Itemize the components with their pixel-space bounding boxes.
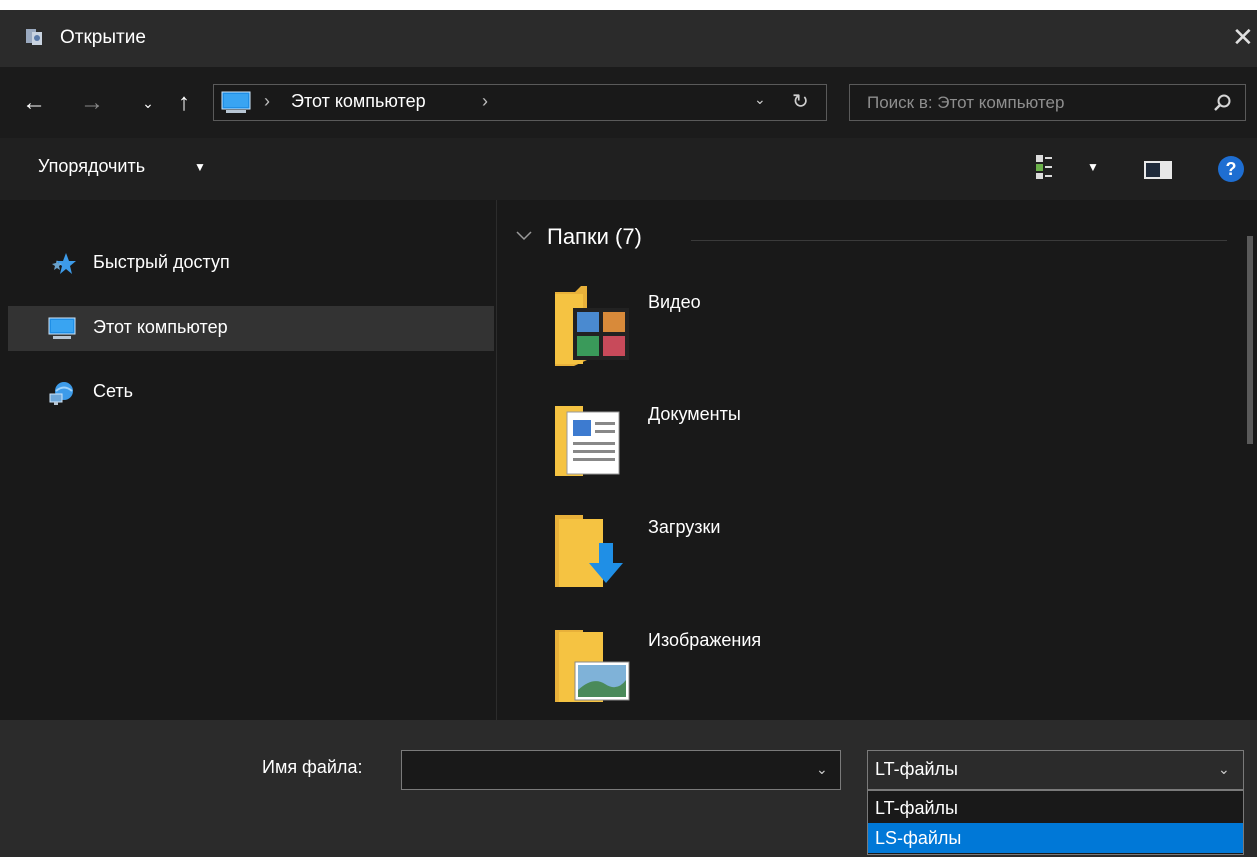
network-icon: [49, 382, 73, 405]
address-bar[interactable]: › Этот компьютер › ⌄ ↻: [213, 84, 827, 121]
navigation-pane: Быстрый доступ Этот компьютер Сеть: [0, 200, 497, 720]
view-dropdown-icon[interactable]: ▼: [1087, 160, 1099, 174]
back-button[interactable]: ←: [20, 87, 48, 119]
folder-label: Документы: [648, 404, 741, 424]
filetype-dropdown-list: LT-файлы LS-файлы: [867, 790, 1244, 855]
scrollbar-thumb[interactable]: [1247, 236, 1253, 444]
computer-icon: [221, 91, 251, 113]
search-input[interactable]: [850, 85, 1200, 120]
filename-combobox[interactable]: ⌄: [401, 750, 841, 790]
filetype-selected-value: LT-файлы: [875, 759, 958, 779]
chevron-down-icon[interactable]: ▼: [194, 160, 206, 174]
file-name-bar: Имя файла: ⌄ LT-файлы ⌄ LT-файлы LS-файл…: [0, 720, 1257, 857]
group-header-folders[interactable]: Папки (7): [547, 224, 642, 250]
filename-label: Имя файла:: [262, 757, 363, 777]
folder-label: Загрузки: [648, 517, 721, 537]
filetype-option-highlighted[interactable]: LS-файлы: [868, 823, 1243, 853]
filename-input[interactable]: [402, 751, 802, 789]
navigation-bar: ← → ⌄ ↑ › Этот компьютер › ⌄ ↻: [0, 67, 1257, 138]
view-options-icon[interactable]: [1035, 154, 1053, 180]
sidebar-item-network[interactable]: Сеть: [8, 370, 494, 415]
documents-folder-icon: [555, 406, 620, 476]
file-list: Папки (7) Видео Документы Загрузки Изобр…: [497, 200, 1257, 720]
app-icon: [26, 29, 42, 45]
sidebar-item-label: Быстрый доступ: [93, 252, 230, 272]
sidebar-item-label: Сеть: [93, 381, 134, 401]
help-icon[interactable]: ?: [1218, 156, 1244, 182]
command-toolbar: Упорядочить ▼ ▼ ?: [0, 138, 1257, 200]
star-icon: [52, 253, 76, 274]
title-bar: Открытие ✕: [0, 10, 1257, 67]
preview-pane-icon[interactable]: [1144, 161, 1172, 179]
search-icon[interactable]: [1212, 93, 1232, 113]
sidebar-item-this-pc[interactable]: Этот компьютер: [8, 306, 494, 351]
folder-item-downloads[interactable]: Загрузки: [553, 505, 973, 595]
search-box: [849, 84, 1246, 121]
organize-button[interactable]: Упорядочить: [38, 156, 145, 177]
computer-icon: [48, 317, 76, 339]
breadcrumb-this-pc[interactable]: Этот компьютер: [291, 91, 426, 112]
refresh-button[interactable]: ↻: [792, 89, 809, 114]
forward-button[interactable]: →: [78, 87, 106, 119]
folder-item-pictures[interactable]: Изображения: [553, 618, 973, 708]
close-button[interactable]: ✕: [1232, 22, 1257, 52]
sidebar-item-quick-access[interactable]: Быстрый доступ: [8, 241, 494, 286]
folder-item-video[interactable]: Видео: [553, 280, 973, 370]
sidebar-item-label: Этот компьютер: [93, 317, 228, 337]
window-title: Открытие: [60, 27, 146, 48]
breadcrumb-separator[interactable]: ›: [482, 91, 488, 112]
breadcrumb-separator: ›: [264, 91, 270, 111]
video-folder-icon: [555, 286, 629, 366]
chevron-down-icon[interactable]: [515, 230, 533, 242]
folder-item-documents[interactable]: Документы: [553, 392, 973, 482]
folder-label: Видео: [648, 292, 701, 312]
open-file-dialog: Открытие ✕ ← → ⌄ ↑ › Этот компьютер › ⌄ …: [0, 10, 1257, 857]
address-dropdown-button[interactable]: ⌄: [754, 91, 766, 108]
recent-locations-button[interactable]: ⌄: [134, 87, 162, 119]
downloads-folder-icon: [555, 515, 623, 587]
chevron-down-icon[interactable]: ⌄: [1218, 761, 1230, 778]
filetype-option[interactable]: LT-файлы: [868, 793, 1243, 823]
folder-label: Изображения: [648, 630, 762, 650]
up-button[interactable]: ↑: [170, 87, 198, 119]
chevron-down-icon[interactable]: ⌄: [816, 761, 828, 778]
filetype-select[interactable]: LT-файлы ⌄: [867, 750, 1244, 790]
group-divider: [691, 240, 1227, 241]
pictures-folder-icon: [555, 630, 630, 702]
